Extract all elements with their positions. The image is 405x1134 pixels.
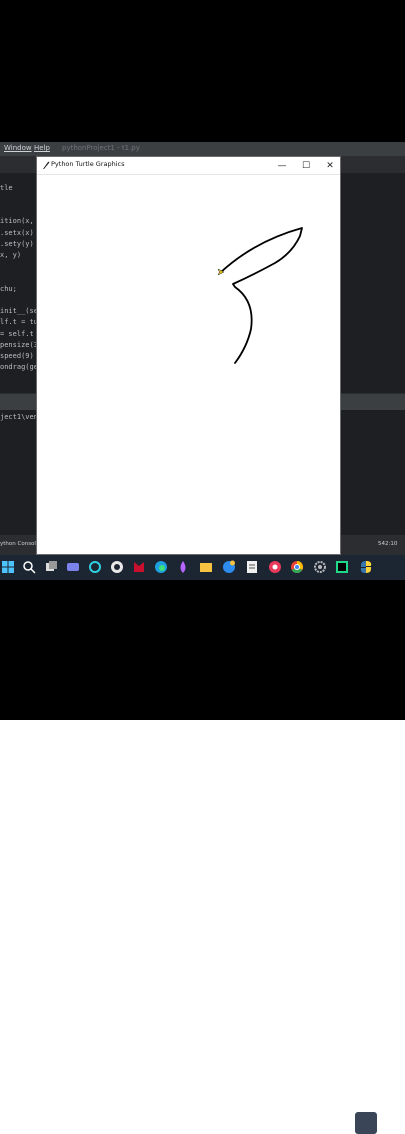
steam-icon[interactable]: [110, 560, 124, 574]
close-icon: ✕: [326, 160, 334, 171]
ide-window-title: pythonProject1 - t1.py: [62, 144, 140, 152]
active-app-highlight: [355, 1112, 377, 1134]
code-line: ondrag(ge: [0, 363, 38, 371]
taskbar: [0, 555, 405, 1134]
task-view-icon[interactable]: [44, 560, 58, 574]
code-line: = self.t: [0, 330, 34, 338]
code-line: speed(9): [0, 352, 34, 360]
code-line: tle: [0, 184, 13, 192]
feather-icon: [43, 161, 50, 169]
python-console-tab[interactable]: ython Console: [0, 541, 39, 547]
window-title: Python Turtle Graphics: [51, 160, 125, 168]
window-titlebar[interactable]: Python Turtle Graphics — ☐ ✕: [37, 157, 340, 175]
settings-edge-icon[interactable]: [222, 560, 236, 574]
pycharm-icon[interactable]: [335, 560, 349, 574]
bottom-letterbox: [0, 580, 405, 720]
windows-start-icon[interactable]: [1, 560, 15, 574]
code-line: x, y): [0, 251, 22, 259]
paint-icon[interactable]: [176, 560, 190, 574]
mcafee-icon[interactable]: [132, 560, 146, 574]
ide-menubar: Window Help pythonProject1 - t1.py: [0, 142, 405, 156]
file-explorer-icon[interactable]: [199, 560, 213, 574]
run-output-text: ject1\ven: [0, 413, 38, 421]
code-line: chu;: [0, 285, 17, 293]
cursor-position: 542:10: [378, 541, 398, 547]
cortana-icon[interactable]: [88, 560, 102, 574]
python-icon[interactable]: [359, 560, 373, 574]
maximize-icon: ☐: [301, 160, 311, 171]
code-line: .setx(x): [0, 229, 34, 237]
turtle-graphics-window[interactable]: Python Turtle Graphics — ☐ ✕: [36, 156, 341, 555]
search-icon[interactable]: [22, 560, 36, 574]
turtle-canvas[interactable]: [37, 175, 340, 554]
turtle-drawing-path: [220, 227, 303, 364]
code-line: .sety(y): [0, 240, 34, 248]
edge-icon[interactable]: [154, 560, 168, 574]
code-line: pensize(3: [0, 341, 38, 349]
maximize-button[interactable]: ☐: [294, 157, 318, 174]
chrome-icon[interactable]: [290, 560, 304, 574]
settings-icon[interactable]: [313, 560, 327, 574]
close-button[interactable]: ✕: [318, 157, 342, 174]
notepad-icon[interactable]: [245, 560, 259, 574]
top-letterbox: [0, 0, 405, 142]
menu-window[interactable]: Window: [4, 144, 32, 152]
code-line: lf.t = tu: [0, 318, 38, 326]
minimize-icon: —: [277, 160, 287, 171]
menu-help[interactable]: Help: [34, 144, 50, 152]
screen-recorder-icon[interactable]: [268, 560, 282, 574]
code-line: init__(se: [0, 307, 38, 315]
widgets-icon[interactable]: [66, 560, 80, 574]
code-line: ition(x,: [0, 217, 34, 225]
minimize-button[interactable]: —: [270, 157, 294, 174]
